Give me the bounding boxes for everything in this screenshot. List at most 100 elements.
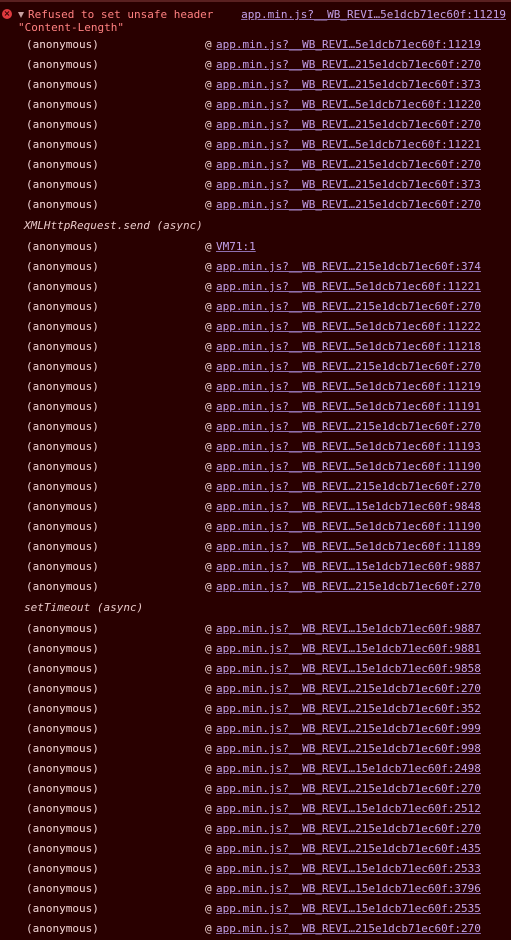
stack-frame-source-link[interactable]: app.min.js?__WB_REVI…5e1dcb71ec60f:11221 [216, 277, 481, 297]
stack-frame-at-sign: @ [205, 822, 212, 835]
stack-frame-function: (anonymous) [26, 662, 99, 675]
stack-frame-source-link[interactable]: app.min.js?__WB_REVI…215e1dcb71ec60f:270 [216, 577, 481, 597]
triangle-down-icon[interactable] [18, 12, 24, 18]
stack-frame-at-sign: @ [205, 520, 212, 533]
stack-frame-at-sign: @ [205, 118, 212, 131]
stack-frame-source-link[interactable]: app.min.js?__WB_REVI…215e1dcb71ec60f:435 [216, 839, 481, 859]
stack-frame-at-sign: @ [205, 782, 212, 795]
stack-frame-source-link[interactable]: app.min.js?__WB_REVI…215e1dcb71ec60f:999 [216, 719, 481, 739]
stack-frame-function: (anonymous) [26, 460, 99, 473]
stack-frame-at-sign: @ [205, 902, 212, 915]
stack-frame-row: (anonymous) @ app.min.js?__WB_REVI…5e1dcb7… [0, 277, 511, 297]
stack-frame-source-link[interactable]: app.min.js?__WB_REVI…215e1dcb71ec60f:352 [216, 699, 481, 719]
stack-frame-source-link[interactable]: app.min.js?__WB_REVI…215e1dcb71ec60f:270 [216, 417, 481, 437]
stack-frame-source-link[interactable]: app.min.js?__WB_REVI…5e1dcb71ec60f:11221 [216, 135, 481, 155]
stack-frame-function: (anonymous) [26, 198, 99, 211]
stack-frame-row: (anonymous) @ app.min.js?__WB_REVI…15e1dcb… [0, 557, 511, 577]
stack-frame-row: (anonymous) @ app.min.js?__WB_REVI…15e1dcb… [0, 639, 511, 659]
stack-frame-row: (anonymous) @ app.min.js?__WB_REVI…215e1dc… [0, 919, 511, 939]
async-boundary-label: setTimeout (async) [24, 601, 144, 614]
stack-frame-function: (anonymous) [26, 520, 99, 533]
stack-frame-function: (anonymous) [26, 360, 99, 373]
stack-frame-at-sign: @ [205, 38, 212, 51]
stack-frame-source-link[interactable]: app.min.js?__WB_REVI…215e1dcb71ec60f:270 [216, 477, 481, 497]
stack-frame-source-link[interactable]: app.min.js?__WB_REVI…5e1dcb71ec60f:11190 [216, 457, 481, 477]
stack-frame-source-link[interactable]: app.min.js?__WB_REVI…5e1dcb71ec60f:11189 [216, 537, 481, 557]
stack-frame-source-link[interactable]: app.min.js?__WB_REVI…15e1dcb71ec60f:2498 [216, 759, 481, 779]
stack-frame-source-link[interactable]: app.min.js?__WB_REVI…215e1dcb71ec60f:373 [216, 175, 481, 195]
stack-frame-source-link[interactable]: app.min.js?__WB_REVI…215e1dcb71ec60f:374 [216, 257, 481, 277]
stack-frame-function: (anonymous) [26, 762, 99, 775]
stack-frame-row: (anonymous) @ app.min.js?__WB_REVI…5e1dcb7… [0, 517, 511, 537]
error-circle-icon: × [2, 9, 12, 19]
stack-frame-source-link[interactable]: app.min.js?__WB_REVI…15e1dcb71ec60f:2533 [216, 859, 481, 879]
stack-frame-row: (anonymous) @ VM71:1 [0, 237, 511, 257]
stack-frame-row: (anonymous) @ app.min.js?__WB_REVI…215e1dc… [0, 297, 511, 317]
stack-frame-source-link[interactable]: app.min.js?__WB_REVI…215e1dcb71ec60f:270 [216, 919, 481, 939]
stack-frame-function: (anonymous) [26, 480, 99, 493]
stack-frame-source-link[interactable]: app.min.js?__WB_REVI…215e1dcb71ec60f:270 [216, 155, 481, 175]
stack-frame-source-link[interactable]: app.min.js?__WB_REVI…215e1dcb71ec60f:373 [216, 75, 481, 95]
stack-frame-at-sign: @ [205, 762, 212, 775]
stack-frame-at-sign: @ [205, 158, 212, 171]
stack-frame-at-sign: @ [205, 882, 212, 895]
stack-frame-source-link[interactable]: app.min.js?__WB_REVI…15e1dcb71ec60f:9887 [216, 557, 481, 577]
stack-frame-function: (anonymous) [26, 300, 99, 313]
stack-frame-row: (anonymous) @ app.min.js?__WB_REVI…5e1dcb7… [0, 537, 511, 557]
stack-frame-at-sign: @ [205, 280, 212, 293]
stack-frame-function: (anonymous) [26, 158, 99, 171]
stack-frame-at-sign: @ [205, 420, 212, 433]
stack-trace: (anonymous) @ app.min.js?__WB_REVI…5e1dcb7… [0, 35, 511, 939]
stack-frame-source-link[interactable]: app.min.js?__WB_REVI…5e1dcb71ec60f:11191 [216, 397, 481, 417]
stack-frame-source-link[interactable]: app.min.js?__WB_REVI…15e1dcb71ec60f:9858 [216, 659, 481, 679]
stack-frame-at-sign: @ [205, 580, 212, 593]
stack-frame-source-link[interactable]: app.min.js?__WB_REVI…215e1dcb71ec60f:270 [216, 819, 481, 839]
stack-frame-source-link[interactable]: app.min.js?__WB_REVI…215e1dcb71ec60f:270 [216, 115, 481, 135]
stack-frame-source-link[interactable]: app.min.js?__WB_REVI…15e1dcb71ec60f:2535 [216, 899, 481, 919]
stack-frame-function: (anonymous) [26, 540, 99, 553]
stack-frame-source-link[interactable]: app.min.js?__WB_REVI…5e1dcb71ec60f:11219 [216, 35, 481, 55]
stack-frame-source-link[interactable]: app.min.js?__WB_REVI…215e1dcb71ec60f:270 [216, 297, 481, 317]
stack-frame-source-link[interactable]: app.min.js?__WB_REVI…5e1dcb71ec60f:11219 [216, 377, 481, 397]
stack-frame-row: (anonymous) @ app.min.js?__WB_REVI…215e1dc… [0, 679, 511, 699]
stack-frame-source-link[interactable]: app.min.js?__WB_REVI…15e1dcb71ec60f:9881 [216, 639, 481, 659]
stack-frame-source-link[interactable]: VM71:1 [216, 237, 256, 257]
stack-frame-function: (anonymous) [26, 862, 99, 875]
stack-frame-at-sign: @ [205, 702, 212, 715]
error-source-link[interactable]: app.min.js?__WB_REVI…5e1dcb71ec60f:11219 [241, 8, 506, 22]
stack-frame-source-link[interactable]: app.min.js?__WB_REVI…215e1dcb71ec60f:270 [216, 779, 481, 799]
stack-frame-source-link[interactable]: app.min.js?__WB_REVI…215e1dcb71ec60f:270 [216, 679, 481, 699]
stack-frame-row: (anonymous) @ app.min.js?__WB_REVI…215e1dc… [0, 175, 511, 195]
error-message-header[interactable]: × Refused to set unsafe header "Content-… [0, 4, 511, 34]
stack-frame-source-link[interactable]: app.min.js?__WB_REVI…15e1dcb71ec60f:3796 [216, 879, 481, 899]
stack-frame-source-link[interactable]: app.min.js?__WB_REVI…5e1dcb71ec60f:11218 [216, 337, 481, 357]
stack-frame-at-sign: @ [205, 642, 212, 655]
stack-frame-source-link[interactable]: app.min.js?__WB_REVI…215e1dcb71ec60f:998 [216, 739, 481, 759]
stack-frame-source-link[interactable]: app.min.js?__WB_REVI…15e1dcb71ec60f:9848 [216, 497, 481, 517]
stack-frame-at-sign: @ [205, 138, 212, 151]
stack-frame-function: (anonymous) [26, 38, 99, 51]
stack-frame-row: (anonymous) @ app.min.js?__WB_REVI…215e1dc… [0, 577, 511, 597]
stack-frame-source-link[interactable]: app.min.js?__WB_REVI…5e1dcb71ec60f:11193 [216, 437, 481, 457]
stack-frame-at-sign: @ [205, 78, 212, 91]
stack-frame-function: (anonymous) [26, 560, 99, 573]
stack-frame-source-link[interactable]: app.min.js?__WB_REVI…5e1dcb71ec60f:11220 [216, 95, 481, 115]
stack-frame-source-link[interactable]: app.min.js?__WB_REVI…5e1dcb71ec60f:11190 [216, 517, 481, 537]
stack-frame-source-link[interactable]: app.min.js?__WB_REVI…215e1dcb71ec60f:270 [216, 195, 481, 215]
stack-frame-at-sign: @ [205, 400, 212, 413]
stack-frame-source-link[interactable]: app.min.js?__WB_REVI…215e1dcb71ec60f:270 [216, 357, 481, 377]
stack-frame-source-link[interactable]: app.min.js?__WB_REVI…5e1dcb71ec60f:11222 [216, 317, 481, 337]
stack-frame-at-sign: @ [205, 240, 212, 253]
stack-frame-function: (anonymous) [26, 280, 99, 293]
stack-frame-row: (anonymous) @ app.min.js?__WB_REVI…5e1dcb7… [0, 317, 511, 337]
stack-frame-at-sign: @ [205, 198, 212, 211]
stack-frame-source-link[interactable]: app.min.js?__WB_REVI…15e1dcb71ec60f:2512 [216, 799, 481, 819]
stack-frame-source-link[interactable]: app.min.js?__WB_REVI…15e1dcb71ec60f:9887 [216, 619, 481, 639]
error-message-header-name: "Content-Length" [18, 21, 124, 34]
stack-frame-row: (anonymous) @ app.min.js?__WB_REVI…5e1dcb7… [0, 135, 511, 155]
stack-frame-at-sign: @ [205, 682, 212, 695]
stack-frame-row: (anonymous) @ app.min.js?__WB_REVI…15e1dcb… [0, 859, 511, 879]
stack-frame-source-link[interactable]: app.min.js?__WB_REVI…215e1dcb71ec60f:270 [216, 55, 481, 75]
stack-frame-at-sign: @ [205, 260, 212, 273]
stack-frame-function: (anonymous) [26, 742, 99, 755]
